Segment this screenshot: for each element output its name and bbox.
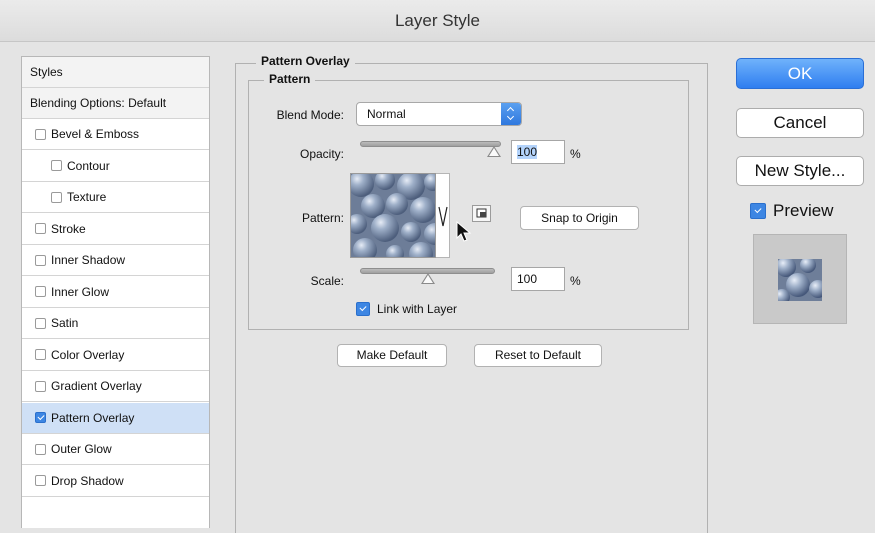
style-checkbox[interactable] xyxy=(51,160,62,171)
window-title: Layer Style xyxy=(394,11,481,30)
mouse-cursor-icon xyxy=(456,221,472,242)
blend-mode-select[interactable]: Normal xyxy=(356,102,522,126)
new-style-button[interactable]: New Style... xyxy=(736,156,864,186)
style-item-bevel-emboss[interactable]: Bevel & Emboss xyxy=(22,119,209,150)
pattern-label: Pattern: xyxy=(301,211,344,225)
scale-slider-thumb[interactable] xyxy=(421,273,435,284)
style-checkbox[interactable] xyxy=(35,412,46,423)
style-item-gradient-overlay[interactable]: Gradient Overlay xyxy=(22,371,209,402)
scale-unit: % xyxy=(570,274,581,288)
cancel-button[interactable]: Cancel xyxy=(736,108,864,138)
style-item-contour[interactable]: Contour xyxy=(22,151,209,182)
style-item-label: Bevel & Emboss xyxy=(51,127,140,141)
style-item-label: Pattern Overlay xyxy=(51,410,135,425)
style-checkbox[interactable] xyxy=(51,191,62,203)
style-item-pattern-overlay[interactable]: Pattern Overlay xyxy=(22,402,209,434)
style-checkbox[interactable] xyxy=(35,380,46,392)
snap-to-origin-button[interactable]: Snap to Origin xyxy=(520,206,639,230)
style-item-color-overlay[interactable]: Color Overlay xyxy=(22,340,209,371)
style-item-stroke[interactable]: Stroke xyxy=(22,214,209,245)
scale-value: 100 xyxy=(517,272,538,286)
opacity-input[interactable]: 100 xyxy=(511,140,565,164)
link-with-layer-checkbox[interactable]: Link with Layer xyxy=(356,302,457,316)
opacity-slider-thumb[interactable] xyxy=(487,146,501,157)
style-item-label: Outer Glow xyxy=(51,442,112,456)
style-checkbox[interactable] xyxy=(35,128,46,140)
style-checkbox[interactable] xyxy=(35,475,46,486)
style-checkbox[interactable] xyxy=(35,223,46,234)
preview-label: Preview xyxy=(773,201,834,220)
pattern-overlay-title: Pattern Overlay xyxy=(256,54,355,68)
style-item-texture[interactable]: Texture xyxy=(22,182,209,213)
blend-mode-value: Normal xyxy=(367,107,406,121)
style-item-satin[interactable]: Satin xyxy=(22,308,209,339)
style-item-inner-glow[interactable]: Inner Glow xyxy=(22,277,209,308)
style-item-label: Stroke xyxy=(51,221,86,236)
scale-input[interactable]: 100 xyxy=(511,267,565,291)
link-with-layer-check[interactable] xyxy=(356,302,370,316)
blend-mode-label: Blend Mode: xyxy=(276,108,344,122)
opacity-label: Opacity: xyxy=(299,147,344,161)
chevron-down-icon xyxy=(438,206,448,227)
make-default-button[interactable]: Make Default xyxy=(337,344,447,367)
blending-options-label: Blending Options: Default xyxy=(30,96,167,110)
select-arrows-icon xyxy=(501,103,521,125)
title-bar: Layer Style xyxy=(0,0,875,42)
style-item-label: Satin xyxy=(51,316,79,330)
styles-header[interactable]: Styles xyxy=(22,57,209,88)
new-preset-icon xyxy=(476,208,487,218)
blending-options-item[interactable]: Blending Options: Default xyxy=(22,88,209,119)
style-item-inner-shadow[interactable]: Inner Shadow xyxy=(22,245,209,276)
style-item-label: Inner Glow xyxy=(51,284,110,299)
style-checkbox[interactable] xyxy=(35,349,46,360)
style-item-label: Gradient Overlay xyxy=(51,379,142,393)
preview-check[interactable] xyxy=(750,203,766,219)
styles-list: Styles Blending Options: Default Bevel &… xyxy=(21,56,210,528)
style-item-label: Texture xyxy=(67,190,107,204)
styles-header-label: Styles xyxy=(30,65,63,79)
style-item-drop-shadow[interactable]: Drop Shadow xyxy=(22,466,209,497)
link-with-layer-label: Link with Layer xyxy=(377,302,458,316)
style-checkbox[interactable] xyxy=(35,286,46,297)
style-item-label: Contour xyxy=(67,158,110,173)
style-item-outer-glow[interactable]: Outer Glow xyxy=(22,434,209,465)
style-item-label: Drop Shadow xyxy=(51,473,124,488)
style-item-label: Color Overlay xyxy=(51,347,125,362)
ok-button[interactable]: OK xyxy=(736,58,864,89)
style-item-label: Inner Shadow xyxy=(51,253,126,267)
pattern-group-title: Pattern xyxy=(264,72,316,86)
pattern-picker-toggle[interactable] xyxy=(436,173,450,258)
opacity-slider-track[interactable] xyxy=(360,141,501,147)
style-preview xyxy=(753,234,847,324)
scale-label: Scale: xyxy=(310,274,344,288)
style-checkbox[interactable] xyxy=(35,254,46,266)
preview-checkbox[interactable]: Preview xyxy=(750,201,833,221)
preview-thumbnail xyxy=(778,259,822,301)
style-checkbox[interactable] xyxy=(35,443,46,455)
style-checkbox[interactable] xyxy=(35,317,46,329)
pattern-swatch[interactable] xyxy=(350,173,436,258)
reset-to-default-button[interactable]: Reset to Default xyxy=(474,344,602,367)
opacity-value: 100 xyxy=(517,145,538,159)
opacity-unit: % xyxy=(570,147,581,161)
create-preset-button[interactable] xyxy=(472,205,491,222)
